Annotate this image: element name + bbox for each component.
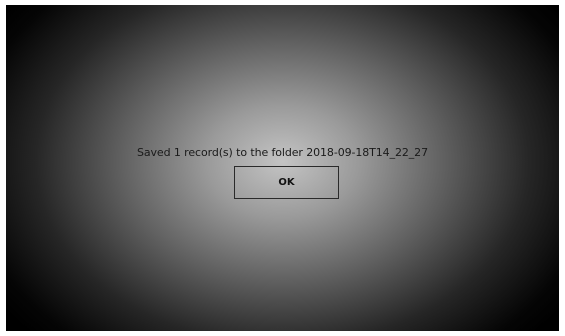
dialog-message: Saved 1 record(s) to the folder 2018-09-… [137,146,428,159]
ok-button[interactable]: OK [234,166,339,199]
ok-button-label: OK [278,177,295,188]
dialog-screen: Saved 1 record(s) to the folder 2018-09-… [6,5,559,331]
